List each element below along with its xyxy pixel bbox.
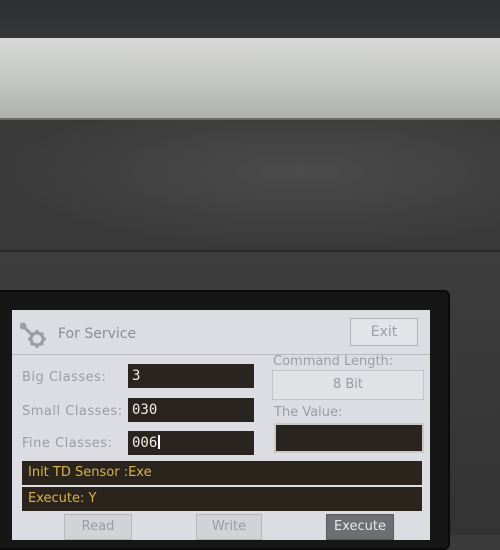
fine-classes-value: 006: [132, 435, 158, 451]
status-line-1: Init TD Sensor :Exe: [22, 461, 422, 485]
big-classes-label: Big Classes:: [22, 370, 107, 385]
status-line-2: Execute: Y: [22, 487, 422, 511]
fine-classes-input[interactable]: 006: [128, 431, 254, 455]
window-title: For Service: [58, 326, 137, 342]
command-length-value[interactable]: 8 Bit: [272, 370, 424, 400]
small-classes-label: Small Classes:: [22, 404, 123, 419]
fine-classes-label: Fine Classes:: [22, 436, 113, 451]
title-bar: For Service Exit: [12, 310, 430, 355]
lcd-screen: For Service Exit Big Classes: 3 Small Cl…: [12, 310, 430, 540]
the-value-label: The Value:: [274, 405, 343, 420]
gear-wrench-icon: [19, 322, 48, 350]
machine-panel: [0, 120, 500, 250]
execute-button[interactable]: Execute: [326, 514, 394, 540]
the-value-input[interactable]: [274, 423, 424, 453]
small-classes-input[interactable]: 030: [128, 398, 254, 422]
big-classes-input[interactable]: 3: [128, 364, 254, 388]
text-caret: [158, 435, 161, 449]
write-button[interactable]: Write: [196, 514, 262, 540]
machine-rail: [0, 38, 500, 121]
exit-button[interactable]: Exit: [350, 318, 418, 346]
command-length-label: Command Length:: [273, 354, 394, 369]
read-button[interactable]: Read: [64, 514, 132, 540]
